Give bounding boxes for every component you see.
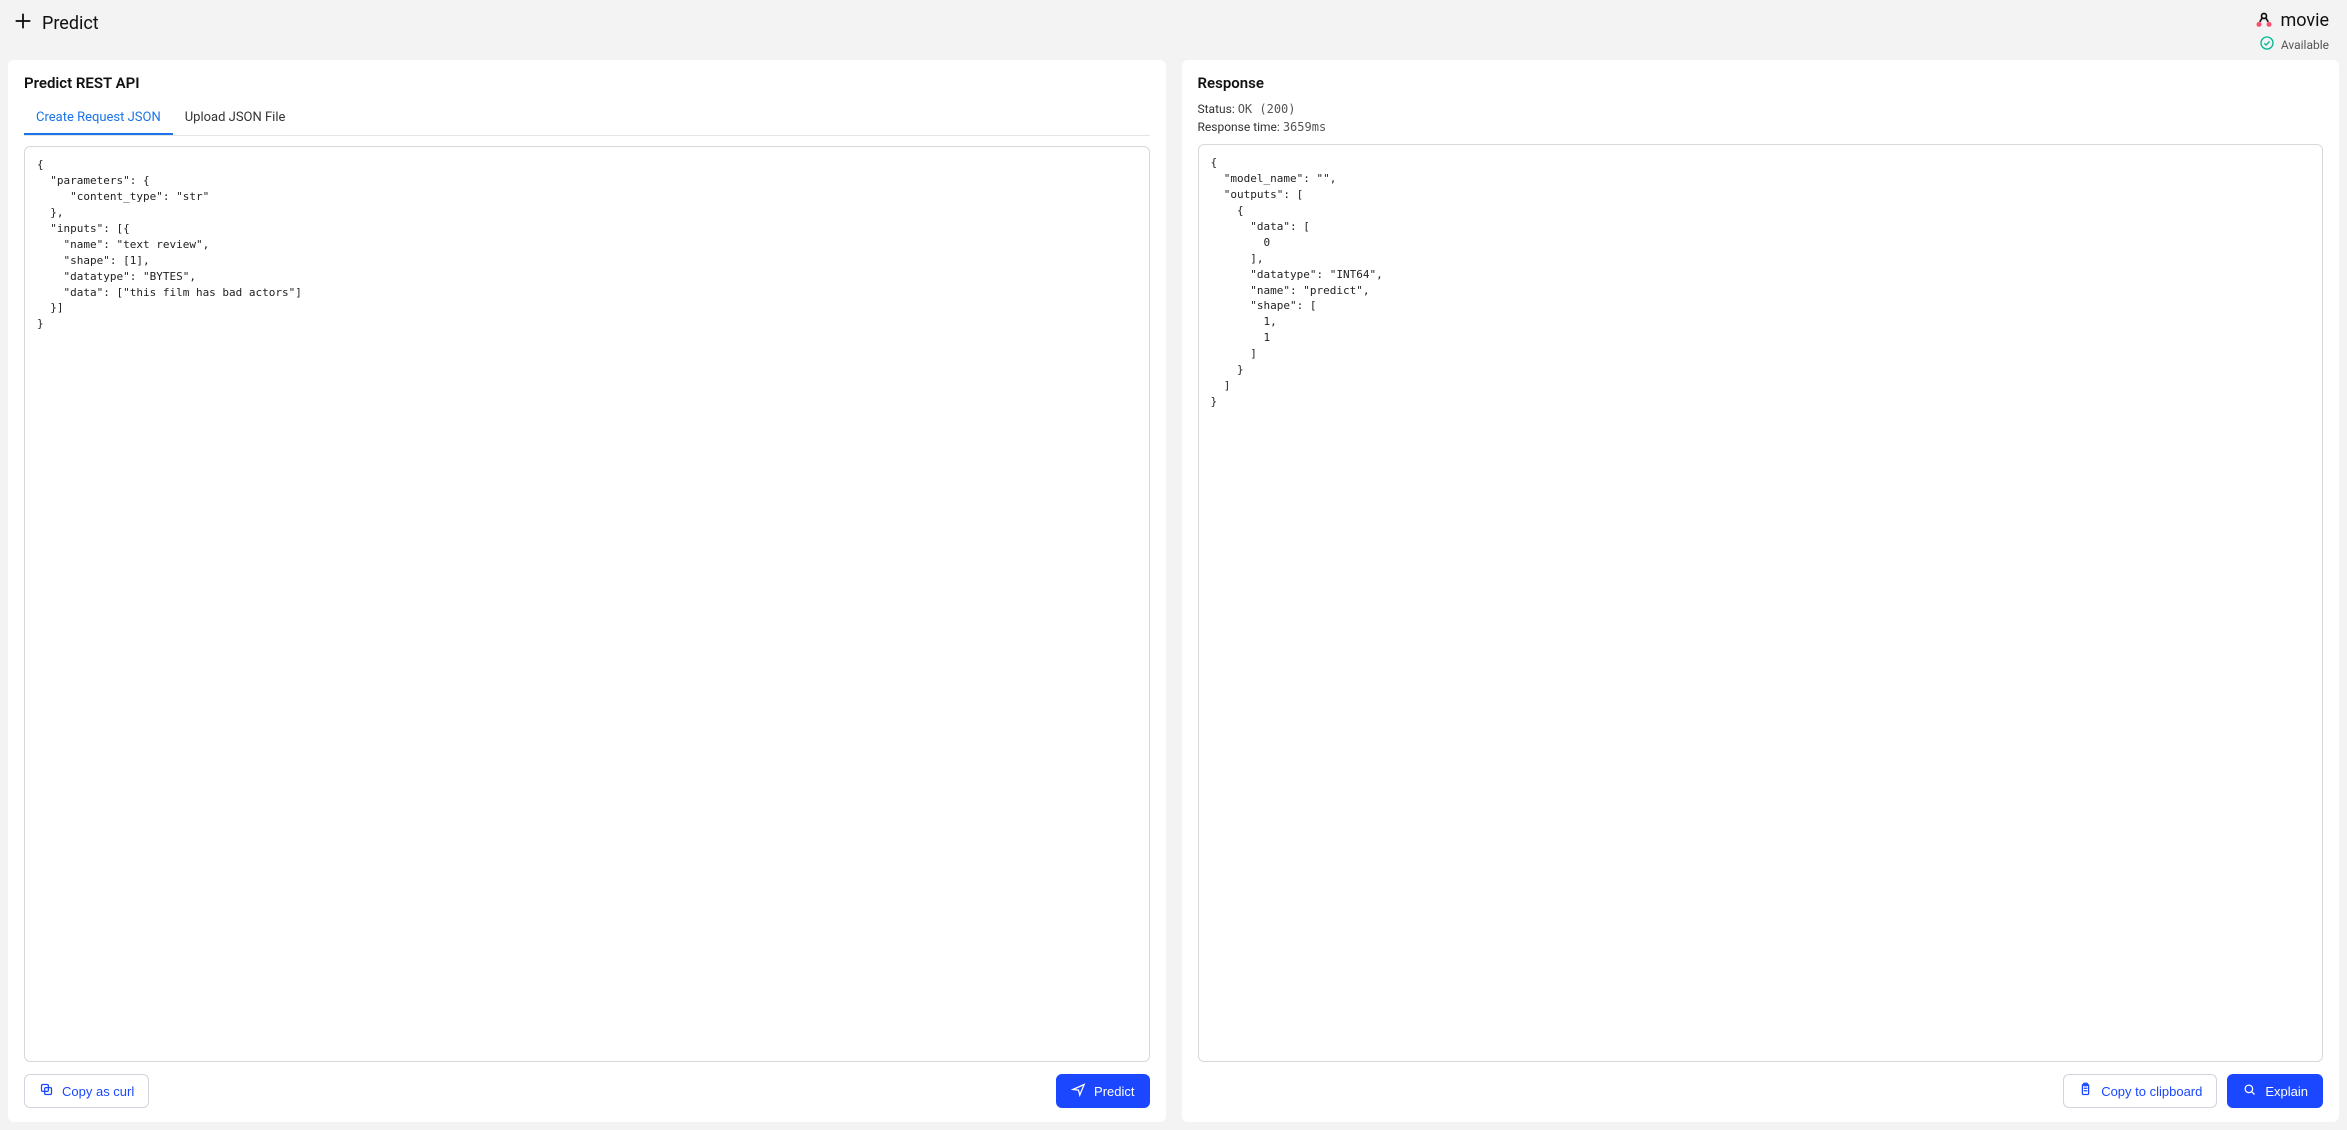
model-name: movie [2280, 10, 2329, 31]
copy-as-curl-button[interactable]: Copy as curl [24, 1074, 149, 1108]
page-header: Predict movie Available [0, 0, 2347, 60]
check-circle-icon [2259, 35, 2275, 54]
request-panel: Predict REST API Create Request JSON Upl… [8, 60, 1166, 1122]
tab-upload-json-file[interactable]: Upload JSON File [173, 102, 298, 135]
page-title: Predict [42, 13, 99, 34]
tab-create-request-json[interactable]: Create Request JSON [24, 102, 173, 135]
copy-icon [39, 1082, 54, 1100]
response-time-label: Response time: [1198, 120, 1280, 134]
explain-button-label: Explain [2265, 1084, 2308, 1099]
status-label: Status: [1198, 102, 1235, 116]
plus-icon [12, 10, 34, 37]
request-tabs: Create Request JSON Upload JSON File [24, 102, 1150, 136]
explain-button[interactable]: Explain [2227, 1074, 2323, 1108]
response-panel: Response Status: OK (200) Response time:… [1182, 60, 2340, 1122]
request-panel-title: Predict REST API [24, 74, 1150, 92]
request-json-editor[interactable] [24, 146, 1150, 1062]
copy-as-curl-label: Copy as curl [62, 1084, 134, 1099]
availability-badge: Available [2281, 38, 2329, 52]
response-json-viewer[interactable]: { "model_name": "", "outputs": [ { "data… [1198, 144, 2324, 1062]
model-logo-icon [2254, 11, 2274, 31]
status-value: OK (200) [1238, 102, 1296, 116]
send-icon [1071, 1082, 1086, 1100]
response-time-value: 3659ms [1283, 120, 1326, 134]
predict-button-label: Predict [1094, 1084, 1134, 1099]
response-panel-title: Response [1198, 74, 2324, 92]
search-icon [2242, 1082, 2257, 1100]
predict-button[interactable]: Predict [1056, 1074, 1149, 1108]
copy-to-clipboard-label: Copy to clipboard [2101, 1084, 2202, 1099]
clipboard-icon [2078, 1082, 2093, 1100]
copy-to-clipboard-button[interactable]: Copy to clipboard [2063, 1074, 2217, 1108]
